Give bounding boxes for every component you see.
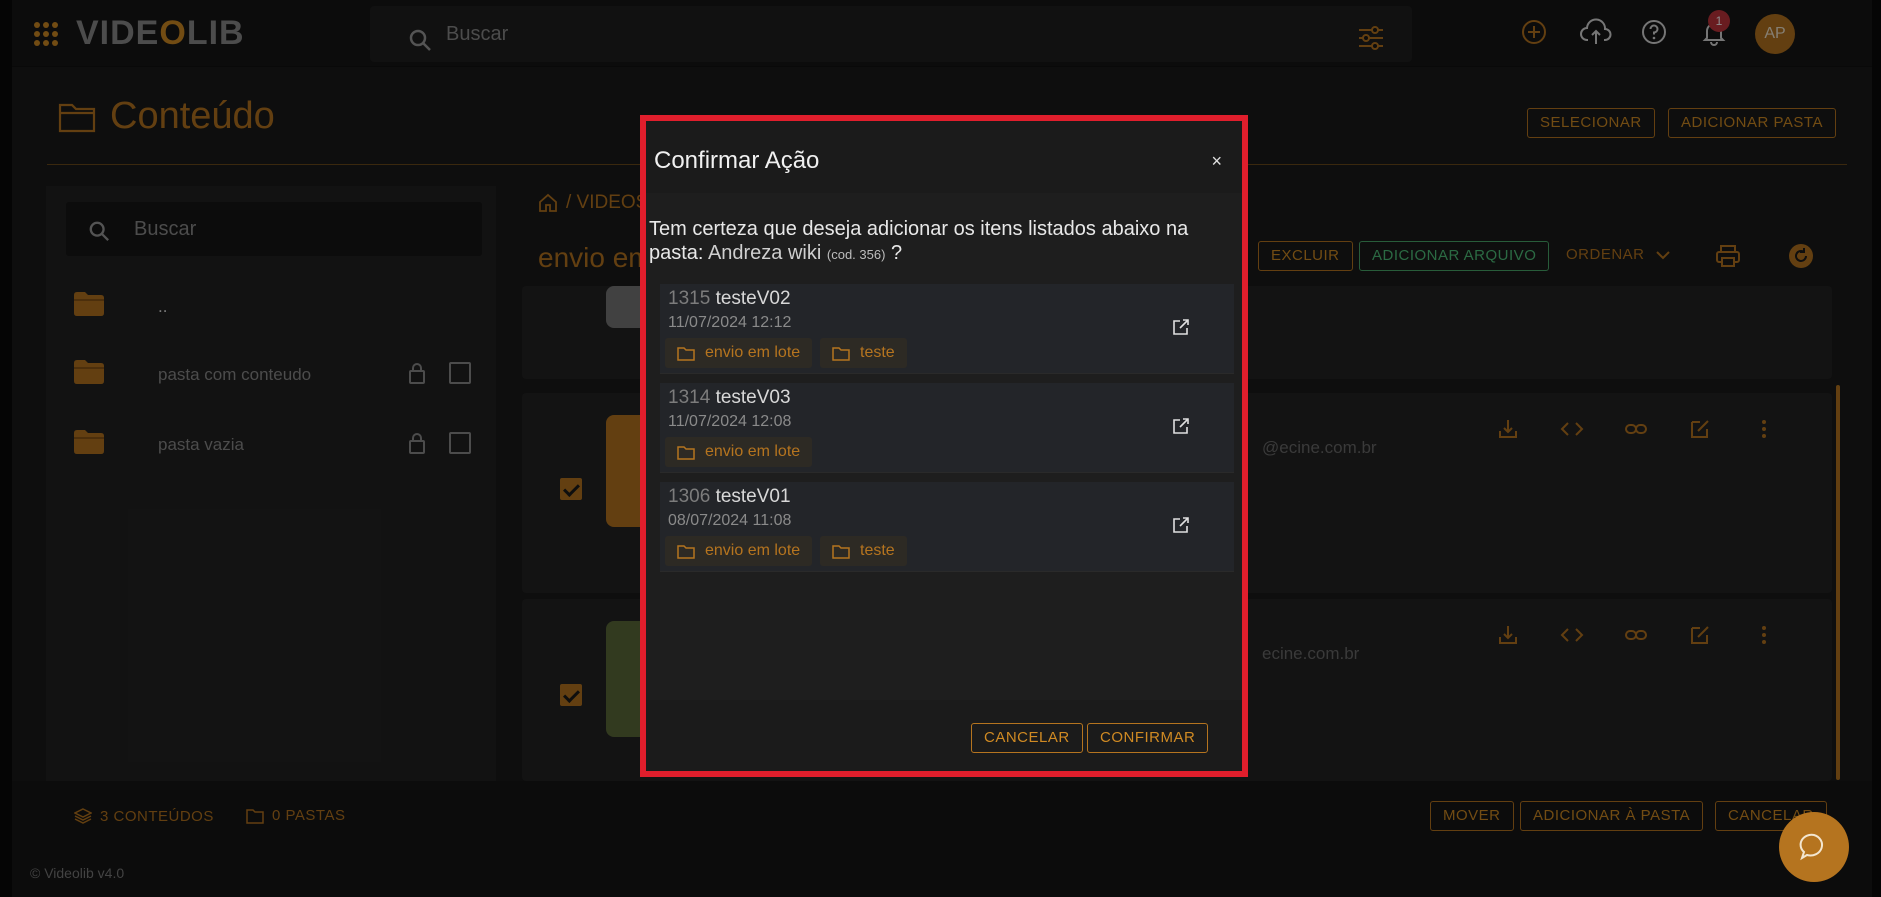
item-title: 1314 testeV03 (668, 387, 791, 409)
folder-outline-icon (677, 346, 695, 361)
folder-outline-icon (677, 445, 695, 460)
item-title: 1315 testeV02 (668, 288, 791, 310)
list-item: 1314 testeV03 11/07/2024 12:08 envio em … (660, 383, 1234, 473)
folder-tag[interactable]: teste (820, 536, 907, 566)
folder-tag[interactable]: envio em lote (665, 338, 813, 368)
chat-button[interactable] (1779, 812, 1849, 882)
item-code: 1306 (668, 486, 711, 507)
item-date: 11/07/2024 12:08 (668, 413, 792, 430)
item-code: 1315 (668, 288, 711, 309)
target-folder-name: Andreza wiki (707, 242, 822, 264)
dialog-header: Confirmar Ação × (646, 121, 1242, 193)
folder-tag[interactable]: envio em lote (665, 536, 813, 566)
cancel-button[interactable]: CANCELAR (971, 723, 1083, 753)
item-name: testeV01 (715, 486, 791, 507)
list-item: 1306 testeV01 08/07/2024 11:08 envio em … (660, 482, 1234, 572)
target-folder-code: (cod. 356) (826, 247, 886, 262)
folder-outline-icon (832, 346, 850, 361)
folder-outline-icon (677, 544, 695, 559)
chat-bubble-icon (1799, 833, 1824, 861)
item-code: 1314 (668, 387, 711, 408)
confirm-button[interactable]: CONFIRMAR (1087, 723, 1209, 753)
folder-tag[interactable]: envio em lote (665, 437, 813, 467)
external-link-icon[interactable] (1172, 516, 1190, 534)
item-date: 11/07/2024 12:12 (668, 314, 792, 331)
list-item: 1315 testeV02 11/07/2024 12:12 envio em … (660, 284, 1234, 374)
dialog-footer: CANCELAR CONFIRMAR (646, 700, 1242, 771)
dialog-title: Confirmar Ação (654, 147, 820, 174)
question-mark: ? (891, 242, 903, 264)
item-name: testeV02 (715, 288, 791, 309)
external-link-icon[interactable] (1172, 318, 1190, 336)
close-button[interactable]: × (1211, 151, 1222, 172)
item-date: 08/07/2024 11:08 (668, 512, 792, 529)
folder-outline-icon (832, 544, 850, 559)
folder-tag[interactable]: teste (820, 338, 907, 368)
item-title: 1306 testeV01 (668, 486, 791, 508)
confirm-action-dialog: Confirmar Ação × Tem certeza que deseja … (640, 115, 1248, 777)
external-link-icon[interactable] (1172, 417, 1190, 435)
dialog-message: Tem certeza que deseja adicionar os iten… (649, 217, 1229, 267)
item-name: testeV03 (715, 387, 791, 408)
